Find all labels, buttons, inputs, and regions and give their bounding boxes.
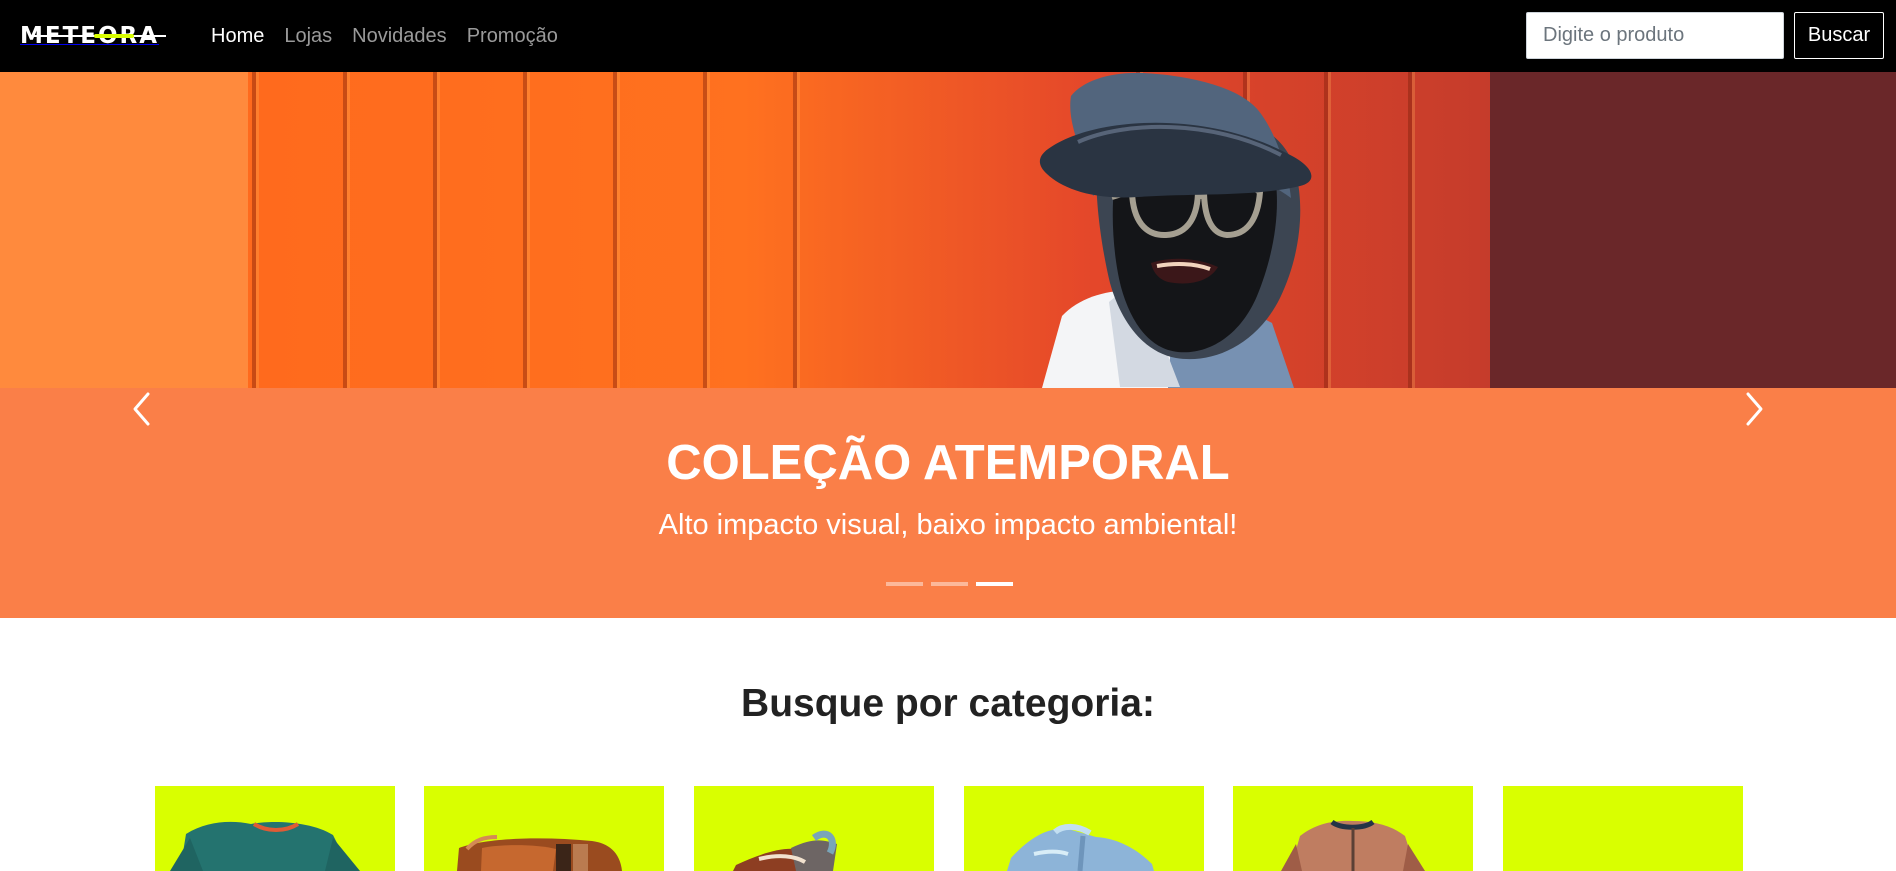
main-navigation: Home Lojas Novidades Promoção [211, 22, 558, 50]
carousel-previous-button[interactable] [121, 389, 163, 431]
wood-plank-highlight [1412, 72, 1415, 388]
carousel-indicator-1[interactable] [886, 582, 923, 586]
category-section-title: Busque por categoria: [741, 682, 1155, 725]
green-t-shirt-image [155, 786, 395, 871]
hero-carousel: COLEÇÃO ATEMPORAL Alto impacto visual, b… [0, 72, 1896, 618]
carousel-next-button[interactable] [1733, 389, 1775, 431]
hero-photo-right-band [1490, 72, 1896, 388]
category-card-shirts[interactable] [155, 786, 395, 871]
logo-accent-mark [94, 34, 134, 38]
wood-plank-highlight [256, 72, 259, 388]
category-card-coats[interactable] [1233, 786, 1473, 871]
nav-lojas[interactable]: Lojas [284, 22, 332, 50]
hero-subtitle: Alto impacto visual, baixo impacto ambie… [658, 509, 1238, 541]
category-card-jackets[interactable] [964, 786, 1204, 871]
hero-image [0, 72, 1896, 388]
wood-plank-highlight [347, 72, 350, 388]
wood-plank-highlight [707, 72, 710, 388]
chevron-left-icon [130, 391, 154, 430]
wood-plank-highlight [527, 72, 530, 388]
carousel-indicator-3[interactable] [976, 582, 1013, 586]
chevron-right-icon [1742, 391, 1766, 430]
product-search-input[interactable] [1526, 12, 1784, 59]
wood-plank-highlight [797, 72, 800, 388]
empty-category-image [1503, 786, 1743, 871]
search-button[interactable]: Buscar [1794, 12, 1884, 59]
category-card-bags[interactable] [424, 786, 664, 871]
brown-leather-bag-image [424, 786, 664, 871]
denim-jacket-image [964, 786, 1204, 871]
category-grid [155, 786, 1745, 871]
tan-jacket-image [1233, 786, 1473, 871]
category-card-shoes[interactable] [694, 786, 934, 871]
carousel-indicator-2[interactable] [931, 582, 968, 586]
nav-home[interactable]: Home [211, 22, 264, 50]
nav-promocao[interactable]: Promoção [467, 22, 558, 50]
nav-novidades[interactable]: Novidades [352, 22, 447, 50]
man-in-hat-illustration [1008, 72, 1368, 388]
brand-logo[interactable]: METEORA [20, 24, 176, 48]
hero-photo [248, 72, 1490, 388]
wood-plank-highlight [437, 72, 440, 388]
top-navbar: METEORA Home Lojas Novidades Promoção Bu… [0, 0, 1896, 72]
carousel-indicators [886, 582, 1013, 586]
wood-plank-highlight [617, 72, 620, 388]
hero-title: COLEÇÃO ATEMPORAL [666, 436, 1230, 490]
category-card-more[interactable] [1503, 786, 1743, 871]
shoes-image [694, 786, 934, 871]
